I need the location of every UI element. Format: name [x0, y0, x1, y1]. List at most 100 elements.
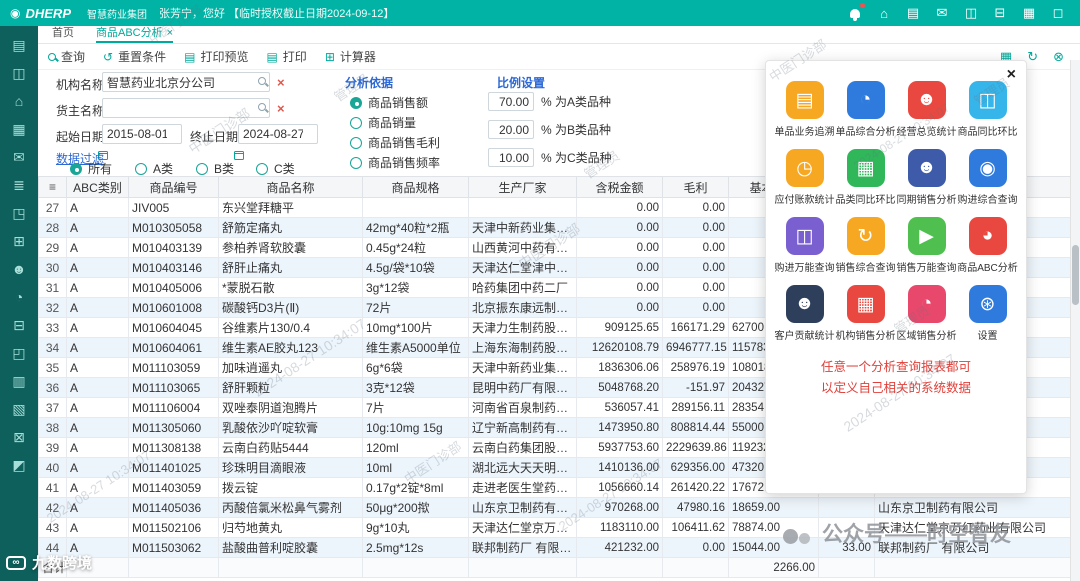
nav-window-icon[interactable]: ◳ — [12, 206, 25, 220]
refresh-icon[interactable]: ↻ — [1027, 49, 1038, 65]
cell-profit: -151.97 — [662, 377, 729, 398]
org-sales-analysis[interactable]: ▦ 机构销售分析 — [835, 285, 896, 342]
header-list-icon[interactable]: ≡ — [38, 176, 67, 198]
cell-code: M010601008 — [128, 297, 219, 318]
nav-apps-icon[interactable]: ▦ — [12, 122, 25, 136]
nav-new-icon[interactable]: ⊞ — [13, 234, 25, 248]
start-date-input[interactable] — [102, 124, 182, 144]
ratio-c-input[interactable] — [488, 148, 534, 167]
nav-modules-icon[interactable]: ≣ — [13, 178, 25, 192]
scrollbar-thumb[interactable] — [1072, 245, 1079, 305]
cell-name: 归芍地黄丸 — [218, 517, 363, 538]
nav-home-icon[interactable]: ⌂ — [15, 94, 23, 108]
vertical-scrollbar[interactable] — [1070, 60, 1080, 581]
message-icon[interactable]: ✉ — [934, 5, 950, 21]
sales-universal-query[interactable]: ▶ 销售万能查询 — [896, 217, 957, 274]
operation-overview-stats[interactable]: ☻ 经营总览统计 — [896, 81, 957, 138]
print-icon[interactable]: ▤ — [905, 5, 921, 21]
single-item-trace[interactable]: ▤ 单品业务追溯 — [774, 81, 835, 138]
calculator-button[interactable]: ⊞ 计算器 — [325, 48, 376, 65]
nav-layout-icon[interactable]: ◰ — [12, 346, 25, 360]
app-logo[interactable]: ◉ DHERP — [0, 6, 71, 21]
cell-maker: 辽宁新高制药有限公司 — [468, 417, 577, 438]
nav-users-icon[interactable]: ☻ — [12, 262, 27, 276]
cell-spec: 6g*6袋 — [362, 357, 469, 378]
product-abc-analysis[interactable]: ◕ 商品ABC分析 — [957, 217, 1018, 274]
cell-code: M010604061 — [128, 337, 219, 358]
print-preview-button[interactable]: ▤ 打印预览 — [184, 48, 248, 65]
analysis-option-gross-profit[interactable]: 商品销售毛利 — [350, 134, 440, 151]
cell-code: M010405006 — [128, 277, 219, 298]
cell-abc: A — [66, 417, 129, 438]
end-date-input[interactable] — [238, 124, 318, 144]
header-abc-class[interactable]: ABC类别 — [66, 176, 129, 198]
analysis-option-sales-qty[interactable]: 商品销量 — [350, 114, 416, 131]
cell-code: M011305060 — [128, 417, 219, 438]
apps-grid-icon[interactable]: ▦ — [1021, 5, 1037, 21]
notification-bell-icon[interactable] — [847, 3, 865, 21]
header-tax-amount[interactable]: 含税金额 — [576, 176, 663, 198]
single-item-analysis[interactable]: ◔ 单品综合分析 — [835, 81, 896, 138]
nav-purchase-icon[interactable]: ⊠ — [13, 430, 25, 444]
org-name-input[interactable] — [102, 72, 270, 92]
scope-option-all[interactable]: 所有 — [70, 160, 112, 177]
purchase-universal-query[interactable]: ◫ 购进万能查询 — [774, 217, 835, 274]
payable-stats[interactable]: ◷ 应付账款统计 — [774, 149, 835, 206]
same-period-sales-analysis[interactable]: ☻ 同期销售分析 — [896, 149, 957, 206]
nav-monitor-icon[interactable]: ◫ — [12, 66, 25, 80]
print-button[interactable]: ▤ 打印 — [266, 48, 306, 65]
customer-contribution-stats[interactable]: ☻ 客户贡献统计 — [774, 285, 835, 342]
analysis-option-sales-amount[interactable]: 商品销售额 — [350, 94, 428, 111]
tab-close-icon[interactable]: × — [167, 27, 173, 39]
ratio-a-input[interactable] — [488, 92, 534, 111]
purchase-universal-query-label: 购进万能查询 — [774, 263, 835, 274]
query-button[interactable]: 查询 — [48, 48, 85, 65]
region-sales-analysis[interactable]: ◔ 区域销售分析 — [896, 285, 957, 342]
org-search-icon[interactable] — [258, 77, 266, 85]
tab-label: 商品ABC分析 — [96, 27, 163, 39]
owner-clear-icon[interactable]: × — [277, 102, 285, 115]
nav-message-icon[interactable]: ✉ — [13, 150, 25, 164]
product-yoy-compare[interactable]: ◫ 商品同比环比 — [957, 81, 1018, 138]
owner-search-icon[interactable] — [258, 103, 266, 111]
nav-dashboard-icon[interactable]: ▤ — [12, 38, 25, 52]
nav-list-icon[interactable]: ▥ — [12, 374, 25, 388]
ratio-b-input[interactable] — [488, 120, 534, 139]
end-calendar-icon[interactable] — [234, 150, 244, 160]
reset-button[interactable]: ↺ 重置条件 — [103, 48, 166, 65]
nav-settings-icon[interactable]: ◩ — [12, 458, 25, 472]
header-product-spec[interactable]: 商品规格 — [362, 176, 469, 198]
radio-icon — [350, 156, 362, 169]
header-manufacturer[interactable]: 生产厂家 — [468, 176, 577, 198]
org-clear-icon[interactable]: × — [277, 76, 285, 89]
scope-option-c[interactable]: C类 — [256, 160, 295, 177]
category-yoy-compare[interactable]: ▦ 品类同比环比 — [835, 149, 896, 206]
tab-home[interactable]: 首页 — [52, 25, 74, 43]
home-icon[interactable]: ⌂ — [876, 5, 892, 21]
table-row[interactable]: 42 A M011405036 丙酸倍氯米松鼻气雾剂 50μg*200揿 山东京卫制药有限… — [38, 497, 1070, 518]
fullscreen-icon[interactable]: ◻ — [1050, 5, 1066, 21]
cell-abc: A — [66, 277, 129, 298]
cell-abc: A — [66, 217, 129, 238]
calculator-button-label: 计算器 — [339, 50, 376, 64]
cell-name: 盐酸曲普利啶胶囊 — [218, 537, 363, 558]
close-window-icon[interactable]: ⊗ — [1053, 49, 1064, 65]
nav-inventory-icon[interactable]: ▧ — [12, 402, 25, 416]
purchase-综合-query[interactable]: ◉ 购进综合查询 — [957, 149, 1018, 206]
sales-query[interactable]: ↻ 销售综合查询 — [835, 217, 896, 274]
header-gross-profit[interactable]: 毛利 — [662, 176, 729, 198]
scope-option-a[interactable]: A类 — [135, 160, 173, 177]
nav-tasks-icon[interactable]: ⊟ — [13, 318, 25, 332]
stats-icon[interactable]: ⊟ — [992, 5, 1008, 21]
cell-maker: 联邦制药厂 有限公司 — [468, 537, 577, 558]
header-product-code[interactable]: 商品编号 — [128, 176, 219, 198]
header-product-name[interactable]: 商品名称 — [218, 176, 363, 198]
analysis-option-sales-frequency[interactable]: 商品销售频率 — [350, 154, 440, 171]
tab-product-abc-analysis[interactable]: 商品ABC分析 × — [96, 25, 174, 43]
nav-reports-icon[interactable]: ◔ — [15, 290, 23, 304]
total-cell-maker — [468, 557, 577, 578]
settings[interactable]: ⊛ 设置 — [957, 285, 1018, 342]
scope-option-b[interactable]: B类 — [196, 160, 234, 177]
owner-name-input[interactable] — [102, 98, 270, 118]
monitor-icon[interactable]: ◫ — [963, 5, 979, 21]
